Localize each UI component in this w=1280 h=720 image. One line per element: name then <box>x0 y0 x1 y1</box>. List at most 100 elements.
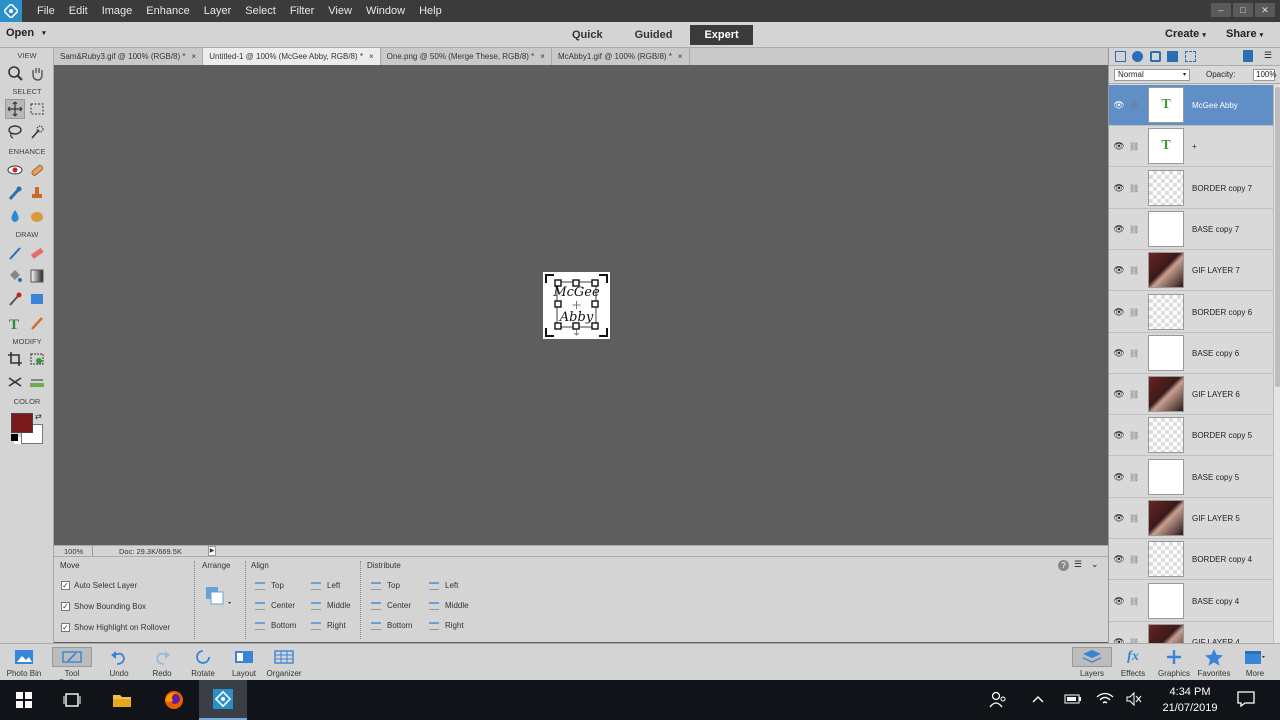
link-icon[interactable]: ⛓ <box>1129 142 1139 151</box>
panel-menu-icon[interactable]: ☰ <box>1264 50 1272 61</box>
scrollbar-thumb[interactable] <box>1275 87 1280 387</box>
favorites-button[interactable]: Favorites <box>1194 647 1234 678</box>
align-right-button[interactable]: Right <box>311 621 346 630</box>
layer-row[interactable]: 👁 ⛓ GIF LAYER 7 <box>1109 250 1273 291</box>
eye-icon[interactable]: 👁 <box>1112 100 1126 111</box>
menu-window[interactable]: Window <box>359 0 412 22</box>
layer-thumbnail[interactable] <box>1148 541 1184 577</box>
brush-tool-icon[interactable] <box>5 243 25 263</box>
layer-row[interactable]: 👁 ⛓ BORDER copy 5 <box>1109 415 1273 456</box>
link-icon[interactable]: ⛓ <box>1129 514 1139 523</box>
layers-scrollbar[interactable] <box>1273 85 1280 643</box>
blur-tool-icon[interactable] <box>5 206 25 226</box>
close-button[interactable]: ✕ <box>1255 3 1275 17</box>
distribute-right-button[interactable]: Right <box>429 621 464 630</box>
layer-thumbnail[interactable] <box>1148 335 1184 371</box>
layer-row[interactable]: 👁 ⛓ GIF LAYER 4 <box>1109 622 1273 643</box>
layer-thumbnail[interactable] <box>1148 376 1184 412</box>
link-icon[interactable]: ⛓ <box>1129 308 1139 317</box>
tab-quick[interactable]: Quick <box>558 25 617 45</box>
layer-thumbnail[interactable] <box>1148 211 1184 247</box>
layer-thumbnail[interactable] <box>1148 624 1184 643</box>
doc-tab-sam-ruby3[interactable]: Sam&Ruby3.gif @ 100% (RGB/8) * × <box>54 48 204 65</box>
link-icon[interactable]: ⛓ <box>1129 225 1139 234</box>
trash-icon[interactable] <box>1243 50 1253 62</box>
distribute-top-button[interactable]: Top <box>371 581 400 590</box>
type-tool-icon[interactable]: T <box>5 313 25 333</box>
layer-row[interactable]: 👁 ⛓ BORDER copy 6 <box>1109 292 1273 333</box>
straighten-tool-icon[interactable] <box>27 372 47 392</box>
distribute-bottom-button[interactable]: Bottom <box>371 621 412 630</box>
crop-tool-icon[interactable] <box>5 349 25 369</box>
photoshop-elements-taskbar-button[interactable] <box>199 680 247 720</box>
move-tool-icon[interactable] <box>5 99 25 119</box>
layout-button[interactable]: Layout <box>224 647 264 678</box>
layer-row[interactable]: 👁 ⛓ BORDER copy 4 <box>1109 539 1273 580</box>
chevron-up-icon[interactable] <box>1031 692 1045 709</box>
close-icon[interactable]: × <box>192 52 197 61</box>
firefox-button[interactable] <box>150 680 198 720</box>
layer-row[interactable]: 👁 ⛓ GIF LAYER 5 <box>1109 498 1273 539</box>
layer-thumbnail[interactable] <box>1148 417 1184 453</box>
eye-icon[interactable]: 👁 <box>1112 472 1126 483</box>
marquee-tool-icon[interactable] <box>27 99 47 119</box>
align-center-button[interactable]: Center <box>255 601 295 610</box>
eye-icon[interactable]: 👁 <box>1112 596 1126 607</box>
arrange-dropdown[interactable] <box>204 585 234 609</box>
battery-icon[interactable] <box>1064 692 1082 709</box>
swap-colors-icon[interactable]: ⇄ <box>35 412 42 421</box>
smart-brush-tool-icon[interactable] <box>5 183 25 203</box>
eye-icon[interactable]: 👁 <box>1112 554 1126 565</box>
tab-expert[interactable]: Expert <box>690 25 753 45</box>
bounding-box-handles[interactable] <box>543 272 610 339</box>
pencil-tool-icon[interactable] <box>27 313 47 333</box>
distribute-left-button[interactable]: Left <box>429 581 458 590</box>
open-button[interactable]: Open ▾ <box>6 27 46 39</box>
share-button[interactable]: Share ▾ <box>1226 28 1263 40</box>
distribute-center-button[interactable]: Center <box>371 601 411 610</box>
more-button[interactable]: More <box>1235 647 1275 678</box>
new-layer-icon[interactable] <box>1115 51 1126 62</box>
paint-bucket-tool-icon[interactable] <box>5 266 25 286</box>
undo-button[interactable]: Undo <box>99 647 139 678</box>
menu-view[interactable]: View <box>321 0 359 22</box>
eye-icon[interactable]: 👁 <box>1112 513 1126 524</box>
photo-bin-button[interactable]: Photo Bin <box>4 647 44 678</box>
foreground-color-swatch[interactable] <box>11 413 33 433</box>
layer-thumbnail[interactable] <box>1148 170 1184 206</box>
distribute-middle-button[interactable]: Middle <box>429 601 469 610</box>
auto-select-layer-checkbox[interactable]: ✓ Auto Select Layer <box>61 581 137 591</box>
align-bottom-button[interactable]: Bottom <box>255 621 296 630</box>
menu-enhance[interactable]: Enhance <box>139 0 196 22</box>
eraser-tool-icon[interactable] <box>27 243 47 263</box>
layer-row[interactable]: 👁 ⛓ BASE copy 7 <box>1109 209 1273 250</box>
link-icon[interactable]: ⛓ <box>1129 555 1139 564</box>
options-menu-icon[interactable]: ☰ <box>1074 559 1082 570</box>
system-clock[interactable]: 4:34 PM 21/07/2019 <box>1150 684 1230 716</box>
default-colors-icon[interactable] <box>11 434 18 441</box>
canvas-area[interactable]: McGee Abby <box>54 65 1108 545</box>
help-icon[interactable]: ? <box>1058 560 1069 571</box>
link-icon[interactable]: ⛓ <box>1129 390 1139 399</box>
blend-mode-select[interactable]: Normal ▾ <box>1114 69 1190 81</box>
rotate-button[interactable]: Rotate <box>183 647 223 678</box>
link-icon[interactable]: ⛓ <box>1129 266 1139 275</box>
close-icon[interactable]: × <box>678 52 683 61</box>
doc-tab-untitled-1[interactable]: Untitled-1 @ 100% (McGee Abby, RGB/8) * × <box>203 48 381 65</box>
zoom-level[interactable]: 100% <box>64 547 83 556</box>
menu-help[interactable]: Help <box>412 0 449 22</box>
menu-layer[interactable]: Layer <box>197 0 239 22</box>
spot-healing-tool-icon[interactable] <box>27 160 47 180</box>
align-middle-button[interactable]: Middle <box>311 601 351 610</box>
menu-edit[interactable]: Edit <box>62 0 95 22</box>
eye-icon[interactable]: 👁 <box>1112 141 1126 152</box>
layer-row[interactable]: 👁 ⛓ BASE copy 4 <box>1109 581 1273 622</box>
layer-thumbnail[interactable] <box>1148 583 1184 619</box>
zoom-tool-icon[interactable] <box>5 63 25 83</box>
link-icon[interactable]: ⛓ <box>1129 473 1139 482</box>
menu-select[interactable]: Select <box>238 0 283 22</box>
eye-icon[interactable]: 👁 <box>1112 224 1126 235</box>
eye-icon[interactable]: 👁 <box>1112 430 1126 441</box>
task-view-button[interactable] <box>48 680 96 720</box>
eyedropper-tool-icon[interactable] <box>5 289 25 309</box>
